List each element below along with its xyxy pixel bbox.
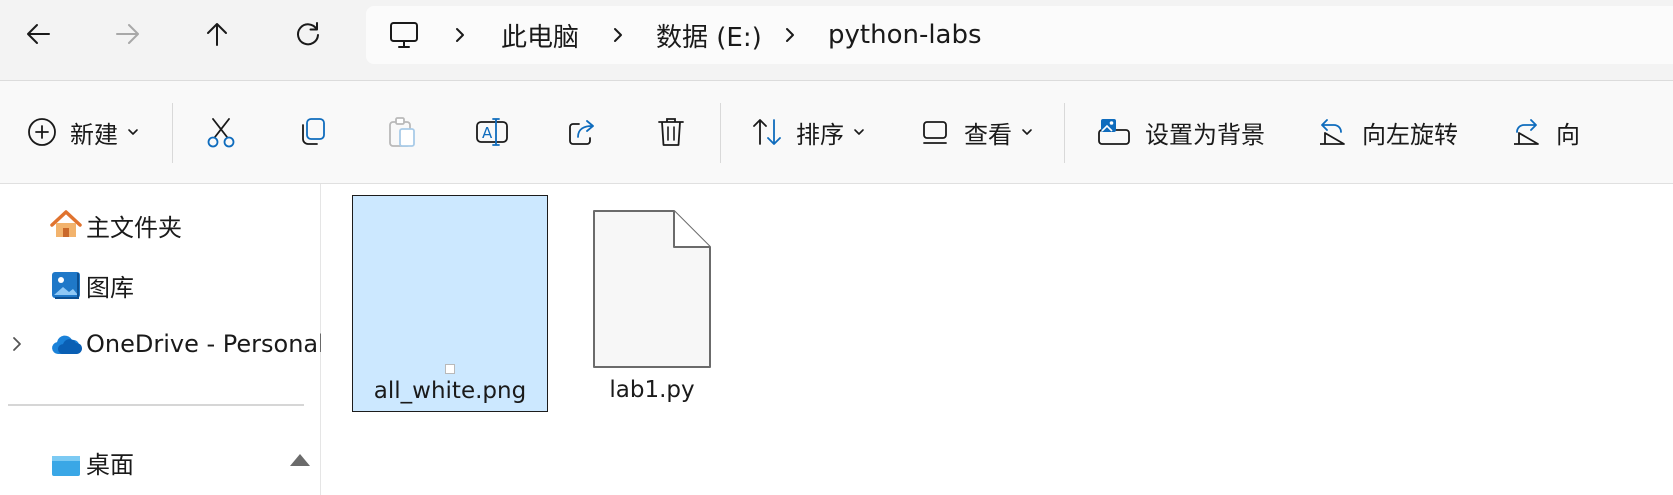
sidebar-item-label: OneDrive - Personal: [86, 330, 325, 358]
navigation-pane: 主文件夹 图库 OneDrive - Personal 桌面: [0, 184, 325, 495]
view-button[interactable]: 查看: [920, 107, 1034, 157]
generic-file-icon: [593, 210, 711, 368]
copy-icon: [302, 118, 325, 145]
forward-arrow-icon: [116, 24, 139, 44]
breadcrumb-root[interactable]: [388, 12, 420, 58]
address-bar-row: 此电脑 数据 (E:) python-labs: [0, 0, 1673, 81]
pin-icon: [288, 452, 312, 472]
file-name: all_white.png: [373, 378, 527, 404]
paste-button[interactable]: [386, 107, 418, 157]
chevron-down-icon: [128, 129, 138, 135]
sidebar-item-onedrive[interactable]: OneDrive - Personal: [50, 324, 325, 364]
breadcrumb-separator[interactable]: [610, 12, 626, 58]
new-button[interactable]: 新建: [26, 107, 140, 157]
file-name: lab1.py: [609, 377, 695, 403]
breadcrumb-python-labs[interactable]: python-labs: [828, 12, 982, 58]
rotate-right-button[interactable]: 向: [1510, 107, 1580, 157]
share-button[interactable]: [566, 107, 598, 157]
desktop-icon: [50, 446, 82, 478]
rotate-left-icon: [1320, 119, 1345, 145]
file-tile-lab1[interactable]: lab1.py: [554, 195, 750, 412]
address-box[interactable]: 此电脑 数据 (E:) python-labs: [366, 6, 1673, 64]
sort-button[interactable]: 排序: [750, 107, 866, 157]
breadcrumb-separator[interactable]: [782, 12, 798, 58]
chevron-right-icon: [786, 28, 794, 42]
sort-icon: [753, 119, 781, 145]
chevron-right-icon: [614, 28, 622, 42]
clipboard-paste-icon: [389, 117, 415, 147]
breadcrumb-this-pc[interactable]: 此电脑: [501, 12, 579, 58]
chevron-down-icon: [1022, 129, 1032, 135]
copy-button[interactable]: [296, 107, 328, 157]
rename-icon: A: [476, 118, 508, 146]
up-button[interactable]: [195, 12, 239, 56]
toolbar-divider: [172, 103, 173, 163]
refresh-icon: [297, 22, 319, 46]
view-label: 查看: [964, 120, 1012, 149]
plus-circle-icon: [28, 118, 56, 146]
toolbar-divider: [720, 103, 721, 163]
expand-chevron-button[interactable]: [10, 324, 34, 364]
command-bar: 新建 A 排序 查看 设置为背景 向左旋转 向: [0, 81, 1673, 184]
sort-label: 排序: [796, 120, 844, 149]
set-background-label: 设置为背景: [1145, 120, 1265, 149]
cut-button[interactable]: [204, 107, 238, 157]
new-label: 新建: [70, 120, 118, 149]
set-background-icon: [1098, 119, 1130, 145]
sidebar-item-label: 桌面: [86, 450, 134, 479]
file-tile-all-white[interactable]: all_white.png: [352, 195, 548, 412]
trash-icon: [658, 118, 684, 146]
breadcrumb-drive-e[interactable]: 数据 (E:): [656, 12, 762, 58]
sidebar-item-home[interactable]: 主文件夹: [50, 205, 182, 245]
sidebar-item-label: 主文件夹: [86, 213, 182, 242]
file-list-area: all_white.png lab1.py: [321, 184, 1673, 495]
toolbar-divider: [1064, 103, 1065, 163]
back-arrow-icon: [27, 24, 50, 44]
gallery-icon: [50, 269, 82, 301]
sidebar-item-desktop[interactable]: 桌面: [50, 442, 134, 482]
up-arrow-icon: [207, 23, 227, 46]
onedrive-cloud-icon: [50, 328, 82, 360]
sidebar-item-label: 图库: [86, 273, 134, 302]
scissors-icon: [207, 118, 235, 148]
rotate-left-button[interactable]: 向左旋转: [1316, 107, 1458, 157]
svg-text:A: A: [482, 124, 493, 142]
view-layout-icon: [923, 121, 947, 144]
forward-button[interactable]: [106, 12, 150, 56]
chevron-down-icon: [854, 129, 864, 135]
delete-button[interactable]: [656, 107, 686, 157]
rotate-right-icon: [1514, 119, 1539, 145]
image-thumbnail: [445, 364, 455, 374]
chevron-right-icon: [13, 337, 21, 351]
rotate-right-label: 向: [1556, 120, 1580, 149]
sidebar-divider: [8, 404, 304, 406]
sidebar-item-gallery[interactable]: 图库: [50, 265, 134, 305]
rename-button[interactable]: A: [475, 107, 509, 157]
back-button[interactable]: [16, 12, 60, 56]
set-as-background-button[interactable]: 设置为背景: [1097, 107, 1265, 157]
chevron-right-icon: [456, 28, 464, 42]
rotate-left-label: 向左旋转: [1362, 120, 1458, 149]
refresh-button[interactable]: [286, 12, 330, 56]
breadcrumb-separator[interactable]: [452, 12, 468, 58]
share-icon: [569, 120, 594, 145]
home-icon: [50, 209, 82, 241]
computer-icon: [390, 22, 418, 48]
